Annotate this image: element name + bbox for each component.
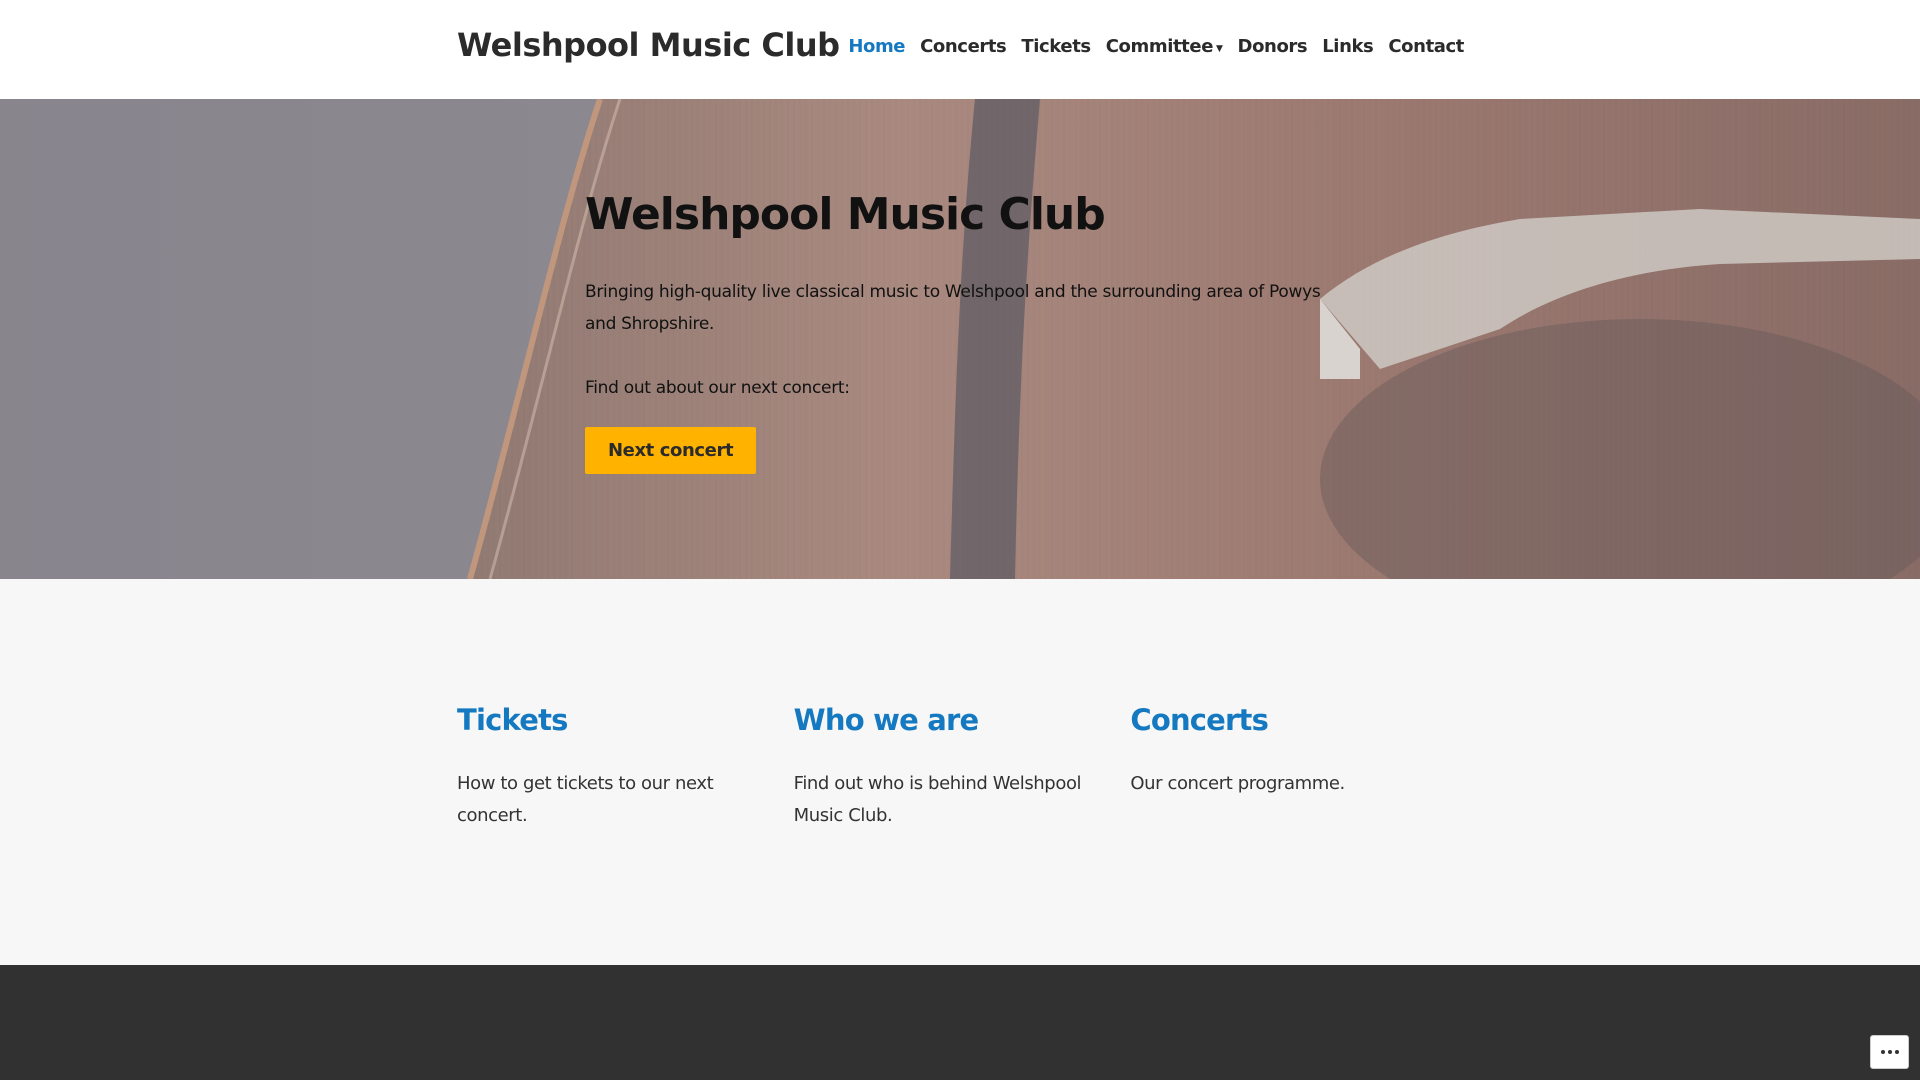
caret-down-icon: ▼ xyxy=(1216,43,1223,54)
site-footer xyxy=(0,965,1920,1080)
feature-tickets: Tickets How to get tickets to our next c… xyxy=(457,703,794,832)
nav-item-label: Home xyxy=(848,36,906,57)
nav-item-links[interactable]: Links xyxy=(1322,36,1374,57)
nav-item-committee[interactable]: Committee ▼ xyxy=(1106,36,1223,57)
nav-item-label: Tickets xyxy=(1021,36,1091,57)
hero-prompt: Find out about our next concert: xyxy=(585,377,850,398)
hero-content: Welshpool Music Club Bringing high-quali… xyxy=(585,189,1325,474)
nav-item-label: Donors xyxy=(1237,36,1308,57)
feature-title-concerts[interactable]: Concerts xyxy=(1130,703,1437,738)
site-title[interactable]: Welshpool Music Club xyxy=(457,26,840,64)
feature-title-tickets[interactable]: Tickets xyxy=(457,703,764,738)
ellipsis-icon[interactable] xyxy=(1870,1035,1909,1069)
hero-section: Welshpool Music Club Bringing high-quali… xyxy=(0,99,1920,579)
nav-item-label: Contact xyxy=(1388,36,1464,57)
nav-item-label: Committee xyxy=(1105,36,1214,57)
dot xyxy=(1880,1050,1885,1054)
feature-who-we-are: Who we are Find out who is behind Welshp… xyxy=(794,703,1131,832)
hero-title: Welshpool Music Club xyxy=(585,189,1106,240)
nav-item-home[interactable]: Home xyxy=(848,36,905,57)
next-concert-button[interactable]: Next concert xyxy=(585,426,757,474)
nav-item-label: Concerts xyxy=(920,36,1007,57)
nav-item-donors[interactable]: Donors xyxy=(1238,36,1308,57)
feature-concerts: Concerts Our concert programme. xyxy=(1130,703,1467,832)
dot xyxy=(1894,1050,1899,1054)
hero-description: Bringing high-quality live classical mus… xyxy=(585,281,1321,334)
site-header: Welshpool Music Club Home Concerts Ticke… xyxy=(0,0,1920,99)
features-section: Tickets How to get tickets to our next c… xyxy=(457,703,1467,832)
nav-item-contact[interactable]: Contact xyxy=(1388,36,1464,57)
feature-text: How to get tickets to our next concert. xyxy=(457,772,714,826)
nav-item-concerts[interactable]: Concerts xyxy=(920,36,1007,57)
nav-item-tickets[interactable]: Tickets xyxy=(1021,36,1091,57)
feature-text: Our concert programme. xyxy=(1130,772,1345,794)
main-nav: Home Concerts Tickets Committee ▼ Donors… xyxy=(833,36,1464,57)
nav-item-label: Links xyxy=(1322,36,1374,57)
dot xyxy=(1887,1050,1892,1054)
feature-title-who-we-are[interactable]: Who we are xyxy=(794,703,1101,738)
feature-text: Find out who is behind Welshpool Music C… xyxy=(793,772,1082,826)
